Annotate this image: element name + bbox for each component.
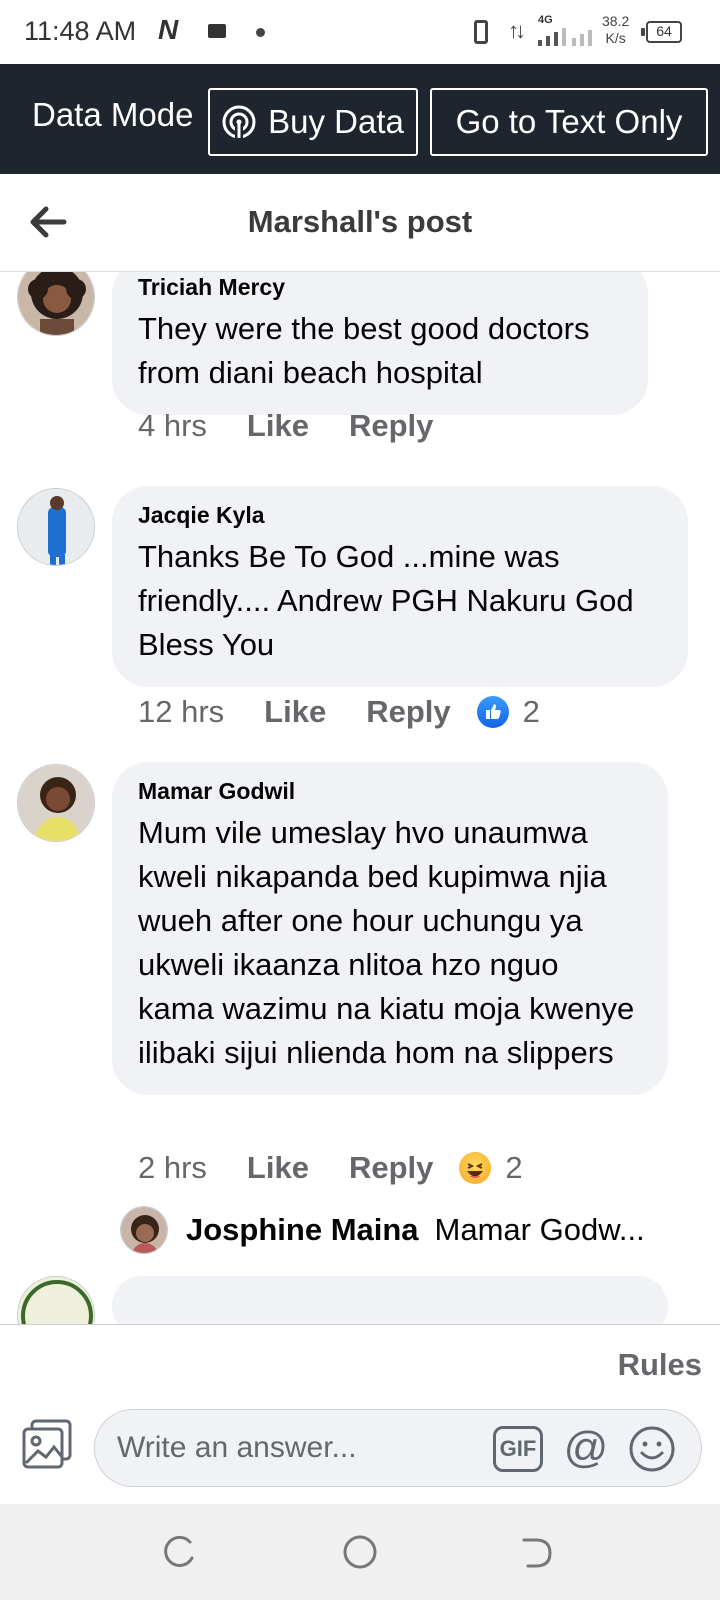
avatar[interactable] bbox=[17, 1276, 95, 1324]
status-time: 11:48 AM bbox=[24, 16, 137, 46]
comment-time[interactable]: 2 hrs bbox=[138, 1150, 207, 1186]
comment-text: Mum vile umeslay hvo unaumwa kweli nikap… bbox=[138, 815, 635, 1070]
comment-actions: 4 hrs Like Reply bbox=[138, 408, 459, 444]
speed-value: 38.2 bbox=[602, 13, 630, 29]
page-title: Marshall's post bbox=[247, 204, 473, 239]
data-mode-label: Data Mode bbox=[32, 96, 194, 133]
avatar[interactable] bbox=[17, 488, 95, 566]
comment-bubble: Mamar Godwil Mum vile umeslay hvo unaumw… bbox=[112, 762, 668, 1095]
message-notification-icon bbox=[208, 24, 226, 38]
like-button[interactable]: Like bbox=[247, 408, 309, 444]
back-nav-button[interactable] bbox=[518, 1532, 558, 1572]
photo-icon bbox=[22, 1419, 72, 1469]
comment-author[interactable]: Triciah Mercy bbox=[138, 274, 622, 301]
avatar[interactable] bbox=[17, 764, 95, 842]
data-transfer-icon: ↑↓ bbox=[508, 18, 526, 43]
reply-author: Josphine Maina bbox=[186, 1212, 419, 1247]
comments-list: Triciah Mercy They were the best good do… bbox=[0, 272, 720, 1324]
more-notifications-icon bbox=[256, 28, 265, 37]
reaction-count[interactable]: 2 bbox=[505, 1150, 522, 1186]
signal-icon bbox=[538, 26, 594, 46]
comment-bubble: Jacqie Kyla Thanks Be To God ...mine was… bbox=[112, 486, 688, 687]
network-type: 4G bbox=[538, 14, 553, 26]
gif-button[interactable]: GIF bbox=[493, 1426, 543, 1472]
answer-box: GIF @ bbox=[94, 1409, 702, 1487]
smiley-icon bbox=[629, 1426, 675, 1472]
home-button[interactable] bbox=[340, 1532, 380, 1572]
comment-time[interactable]: 4 hrs bbox=[138, 408, 207, 444]
avatar[interactable] bbox=[17, 272, 95, 336]
answer-input[interactable] bbox=[117, 1428, 477, 1468]
text-only-button[interactable]: Go to Text Only bbox=[430, 88, 708, 156]
post-header: Marshall's post bbox=[0, 174, 720, 272]
comment-actions: 12 hrs Like Reply 2 bbox=[138, 694, 540, 730]
comment-author[interactable]: Mamar Godwil bbox=[138, 778, 642, 805]
comment-time[interactable]: 12 hrs bbox=[138, 694, 224, 730]
reply-button[interactable]: Reply bbox=[366, 694, 450, 730]
like-button[interactable]: Like bbox=[264, 694, 326, 730]
comment-actions: 2 hrs Like Reply 2 bbox=[138, 1150, 523, 1186]
battery-icon: 64 bbox=[641, 21, 682, 43]
photo-button[interactable] bbox=[20, 1417, 74, 1471]
like-button[interactable]: Like bbox=[247, 1150, 309, 1186]
reply-preview[interactable]: Josphine Maina Mamar Godw... bbox=[120, 1206, 645, 1254]
comment-text: They were the best good doctors from dia… bbox=[138, 311, 590, 390]
buy-data-label: Buy Data bbox=[268, 103, 404, 140]
reply-button[interactable]: Reply bbox=[349, 408, 433, 444]
rules-link[interactable]: Rules bbox=[618, 1347, 702, 1383]
buy-data-button[interactable]: Buy Data bbox=[208, 88, 418, 156]
back-nav-icon bbox=[522, 1538, 552, 1568]
comment-text: Thanks Be To God ...mine was friendly...… bbox=[138, 539, 634, 662]
system-nav-bar bbox=[0, 1504, 720, 1600]
comment-bubble: Triciah Mercy They were the best good do… bbox=[112, 272, 648, 415]
speed-unit: K/s bbox=[605, 30, 626, 46]
avatar[interactable] bbox=[120, 1206, 168, 1254]
recents-button[interactable] bbox=[160, 1532, 200, 1572]
broadcast-icon bbox=[222, 105, 256, 139]
home-icon bbox=[343, 1535, 377, 1569]
emoji-button[interactable] bbox=[627, 1424, 677, 1474]
app-notification-icon: N bbox=[158, 14, 179, 45]
vibrate-icon bbox=[474, 20, 488, 44]
text-only-label: Go to Text Only bbox=[455, 103, 683, 140]
network-speed: 38.2 K/s bbox=[602, 13, 629, 47]
thumbs-up-reaction-icon[interactable] bbox=[476, 696, 509, 728]
reply-button[interactable]: Reply bbox=[349, 1150, 433, 1186]
mention-button[interactable]: @ bbox=[561, 1424, 611, 1474]
data-mode-bar: Data Mode Buy Data Go to Text Only bbox=[0, 64, 720, 174]
reply-text: Mamar Godw... bbox=[434, 1212, 645, 1247]
recents-icon bbox=[164, 1535, 194, 1567]
comment-author[interactable]: Jacqie Kyla bbox=[138, 502, 662, 529]
composer-area: Rules GIF @ bbox=[0, 1324, 720, 1504]
status-bar: 11:48 AM N ↑↓ 4G 38.2 K/s 64 bbox=[0, 0, 720, 64]
reaction-count[interactable]: 2 bbox=[523, 694, 540, 730]
comment-bubble bbox=[112, 1276, 668, 1324]
haha-reaction-icon[interactable] bbox=[459, 1152, 492, 1184]
